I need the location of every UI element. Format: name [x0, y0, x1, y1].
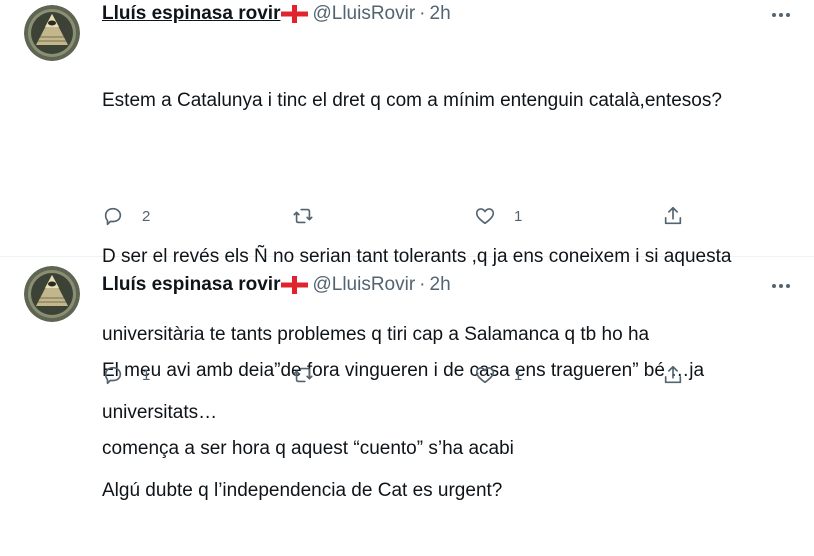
- reply-bubble-icon: [104, 366, 122, 385]
- tweet-header: Lluís espinasa rovir @LluisRovir · 2h: [102, 273, 451, 297]
- retweet-icon: [293, 367, 313, 383]
- retweet-button[interactable]: [292, 205, 332, 227]
- reply-count: 1: [142, 366, 151, 384]
- reply-button[interactable]: 1: [102, 364, 150, 386]
- text-line: comença a ser hora q aquest “cuento” s’h…: [102, 438, 514, 459]
- share-icon: [664, 206, 682, 225]
- heart-icon: [475, 208, 495, 225]
- like-button[interactable]: 1: [474, 364, 522, 386]
- author-name[interactable]: Lluís espinasa rovir: [102, 274, 280, 296]
- reply-bubble-icon: [104, 207, 122, 226]
- share-icon: [664, 365, 682, 384]
- separator-dot: ·: [419, 3, 426, 24]
- share-button[interactable]: [662, 205, 684, 227]
- retweet-icon: [293, 208, 313, 224]
- like-count: 1: [514, 207, 523, 225]
- share-button[interactable]: [662, 364, 684, 386]
- more-options-button[interactable]: [766, 276, 796, 296]
- pyramid-eye-avatar-icon: [24, 266, 80, 322]
- like-button[interactable]: 1: [474, 205, 522, 227]
- pyramid-eye-avatar-icon: [24, 5, 80, 61]
- separator-dot: ·: [419, 274, 426, 295]
- avatar[interactable]: [24, 5, 80, 61]
- tweet-header: Lluís espinasa rovir @LluisRovir · 2h: [102, 2, 451, 26]
- more-options-button[interactable]: [766, 5, 796, 25]
- reply-button[interactable]: 2: [102, 205, 150, 227]
- reply-count: 2: [142, 207, 151, 225]
- avatar[interactable]: [24, 266, 80, 322]
- text-line: [102, 166, 784, 192]
- text-line: Estem a Catalunya i tinc el dret q com a…: [102, 90, 722, 111]
- england-flag-icon: [281, 276, 309, 294]
- like-count: 1: [514, 366, 523, 384]
- tweet[interactable]: Lluís espinasa rovir @LluisRovir · 2h El…: [0, 257, 814, 459]
- author-handle[interactable]: @LluisRovir: [312, 3, 415, 25]
- england-flag-icon: [281, 5, 309, 23]
- more-dots-icon: [772, 284, 790, 288]
- more-dots-icon: [772, 13, 790, 17]
- heart-icon: [475, 367, 495, 384]
- tweet-text: El meu avi amb deia”de fora vingueren i …: [102, 306, 784, 514]
- author-handle[interactable]: @LluisRovir: [312, 274, 415, 296]
- timestamp[interactable]: 2h: [430, 274, 451, 296]
- timestamp[interactable]: 2h: [430, 3, 451, 25]
- author-name[interactable]: Lluís espinasa rovir: [102, 3, 280, 25]
- tweet[interactable]: Lluís espinasa rovir @LluisRovir · 2h Es…: [0, 0, 814, 501]
- retweet-button[interactable]: [292, 364, 332, 386]
